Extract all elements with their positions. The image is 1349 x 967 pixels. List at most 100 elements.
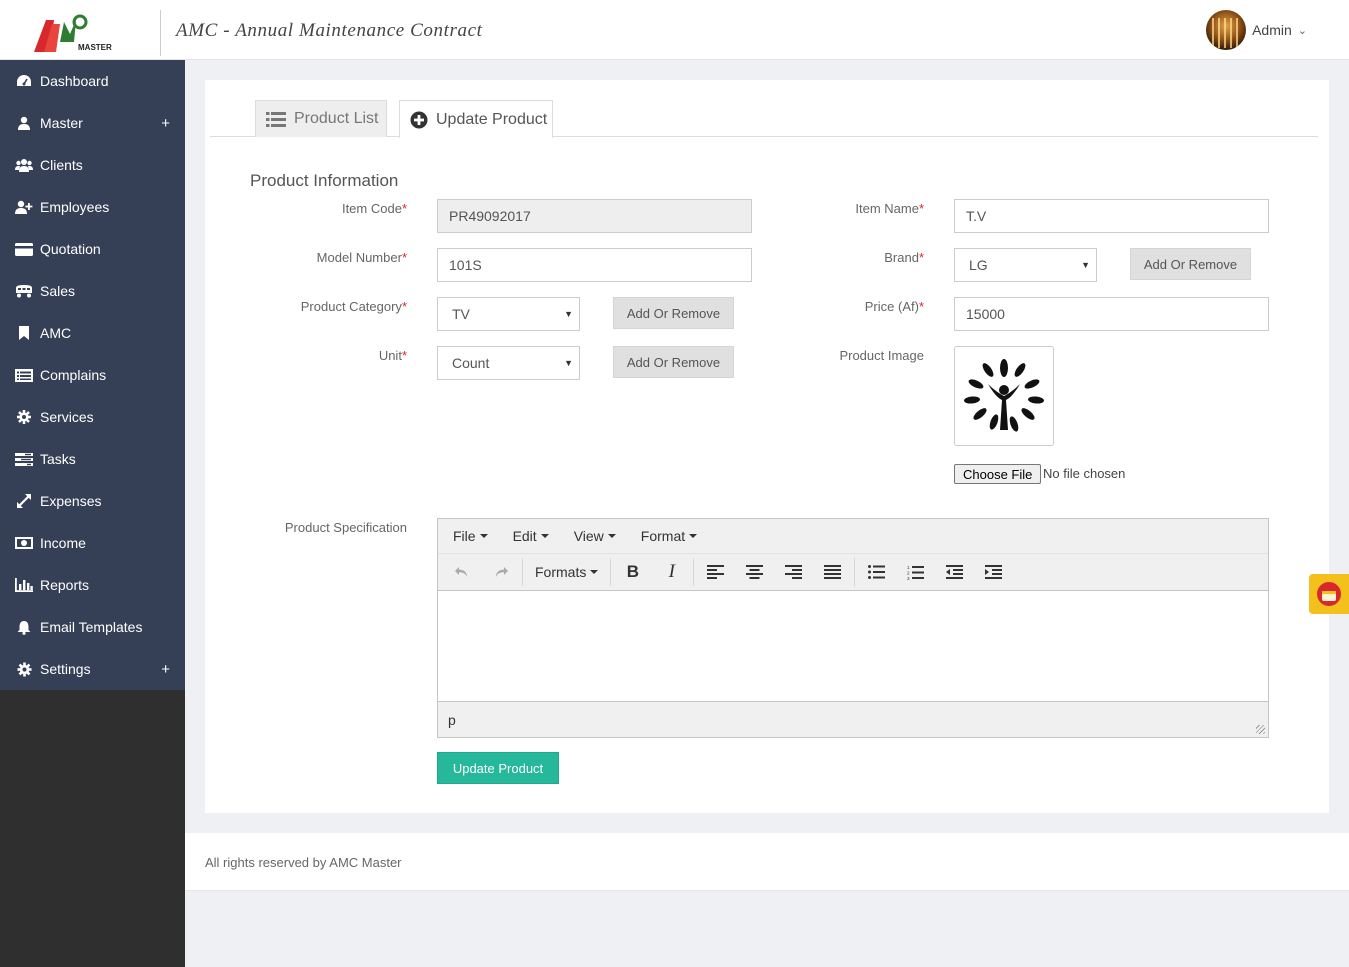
sidebar-item-label: Reports	[40, 577, 90, 593]
price-field[interactable]: 15000	[954, 297, 1269, 331]
italic-icon[interactable]: I	[652, 558, 691, 586]
menu-file[interactable]: File	[445, 528, 496, 544]
sidebar-item-label: Income	[40, 535, 86, 551]
user-menu[interactable]: Admin ⌄	[1206, 10, 1307, 50]
toolbar-separator	[693, 558, 695, 586]
redo-icon[interactable]	[481, 558, 520, 586]
brand-value: LG	[969, 257, 988, 273]
gear-icon	[15, 661, 33, 677]
unit-label: Unit*	[378, 348, 407, 363]
money-icon	[15, 535, 33, 551]
no-file-text: No file chosen	[1043, 466, 1126, 481]
tab-product-list[interactable]: Product List	[255, 100, 387, 137]
chevron-down-icon[interactable]: ⌄	[1298, 24, 1307, 37]
page-footer: All rights reserved by AMC Master	[185, 833, 1349, 891]
undo-icon[interactable]	[442, 558, 481, 586]
logo-subtext: MASTER	[78, 43, 112, 52]
sidebar-item-sales[interactable]: Sales	[0, 270, 185, 312]
sidebar-item-complains[interactable]: Complains	[0, 354, 185, 396]
align-justify-icon[interactable]	[813, 558, 852, 586]
sidebar-item-income[interactable]: Income	[0, 522, 185, 564]
product-image-preview	[954, 346, 1054, 446]
sidebar-item-label: Services	[40, 409, 94, 425]
tab-update-product[interactable]: Update Product	[399, 100, 553, 138]
align-left-icon[interactable]	[696, 558, 735, 586]
expand-plus-icon[interactable]: +	[161, 115, 170, 132]
formats-dropdown[interactable]: Formats	[525, 558, 608, 586]
product-category-select[interactable]: TV ▼	[437, 297, 580, 331]
credit-card-icon	[15, 241, 33, 257]
toolbar-separator	[610, 558, 612, 586]
bar-chart-icon	[15, 577, 33, 593]
item-name-field[interactable]: T.V	[954, 199, 1269, 233]
bullet-list-icon[interactable]	[857, 558, 896, 586]
unit-select[interactable]: Count ▼	[437, 346, 580, 380]
caret-down-icon	[590, 570, 599, 574]
sidebar-item-label: Employees	[40, 199, 110, 215]
user-name[interactable]: Admin	[1252, 22, 1292, 38]
sidebar-item-reports[interactable]: Reports	[0, 564, 185, 606]
section-title: Product Information	[250, 171, 399, 190]
model-number-label: Model Number*	[316, 250, 407, 265]
price-label: Price (Af)*	[864, 299, 924, 314]
sidebar-item-dashboard[interactable]: Dashboard	[0, 60, 185, 102]
sidebar-item-label: Sales	[40, 283, 76, 299]
tab-bar: Product List Update Product	[210, 100, 1318, 138]
avatar[interactable]	[1206, 10, 1247, 50]
dropdown-arrow-icon: ▼	[1081, 260, 1090, 270]
menu-format[interactable]: Format	[633, 528, 705, 544]
brand-label: Brand*	[884, 250, 924, 265]
sidebar-item-tasks[interactable]: Tasks	[0, 438, 185, 480]
caret-down-icon	[607, 534, 616, 538]
brand-add-or-remove-button[interactable]: Add Or Remove	[1130, 248, 1251, 280]
floating-widget-button[interactable]	[1309, 574, 1349, 614]
sidebar-item-quotation[interactable]: Quotation	[0, 228, 185, 270]
item-code-field[interactable]: PR49092017	[437, 199, 752, 233]
category-add-or-remove-button[interactable]: Add Or Remove	[613, 297, 734, 329]
update-product-button[interactable]: Update Product	[437, 752, 559, 784]
sidebar: Dashboard Master + Clients Employees Quo…	[0, 60, 185, 967]
model-number-field[interactable]: 101S	[437, 248, 752, 282]
cart-icon	[15, 283, 33, 299]
svg-text:2: 2	[907, 570, 910, 575]
sidebar-item-email-templates[interactable]: Email Templates	[0, 606, 185, 648]
sidebar-item-amc[interactable]: AMC	[0, 312, 185, 354]
footer-text: All rights reserved by AMC Master	[205, 855, 402, 870]
align-right-icon[interactable]	[774, 558, 813, 586]
menu-edit[interactable]: Edit	[505, 528, 557, 544]
menu-view[interactable]: View	[566, 528, 624, 544]
element-path[interactable]: p	[448, 712, 456, 728]
brand-select[interactable]: LG ▼	[954, 248, 1097, 282]
cake-icon	[1317, 582, 1341, 606]
sidebar-item-master[interactable]: Master +	[0, 102, 185, 144]
expand-plus-icon[interactable]: +	[161, 661, 170, 678]
product-image-label: Product Image	[839, 348, 924, 363]
sidebar-item-services[interactable]: Services	[0, 396, 185, 438]
choose-file-button[interactable]: Choose File	[954, 464, 1042, 484]
product-category-label: Product Category*	[300, 299, 407, 314]
svg-text:3: 3	[907, 576, 910, 580]
editor-statusbar: p	[438, 701, 1268, 737]
top-header: MASTER AMC - Annual Maintenance Contract…	[0, 0, 1349, 60]
resize-handle-icon[interactable]	[1256, 725, 1265, 734]
outdent-icon[interactable]	[935, 558, 974, 586]
bold-icon[interactable]: B	[613, 558, 652, 586]
item-code-label: Item Code*	[341, 201, 407, 216]
sidebar-item-label: Quotation	[40, 241, 101, 257]
unit-add-or-remove-button[interactable]: Add Or Remove	[613, 346, 734, 378]
sidebar-item-expenses[interactable]: Expenses	[0, 480, 185, 522]
sidebar-item-employees[interactable]: Employees	[0, 186, 185, 228]
list-icon	[15, 367, 33, 383]
sidebar-item-settings[interactable]: Settings +	[0, 648, 185, 690]
toolbar-separator	[854, 558, 856, 586]
editor-content-area[interactable]	[438, 591, 1268, 701]
sidebar-item-clients[interactable]: Clients	[0, 144, 185, 186]
sidebar-item-label: Settings	[40, 661, 91, 677]
user-icon	[15, 115, 33, 131]
indent-icon[interactable]	[974, 558, 1013, 586]
sidebar-item-label: Complains	[40, 367, 107, 383]
align-center-icon[interactable]	[735, 558, 774, 586]
caret-down-icon	[479, 534, 488, 538]
numbered-list-icon[interactable]: 123	[896, 558, 935, 586]
amc-master-logo[interactable]: MASTER	[30, 12, 120, 56]
